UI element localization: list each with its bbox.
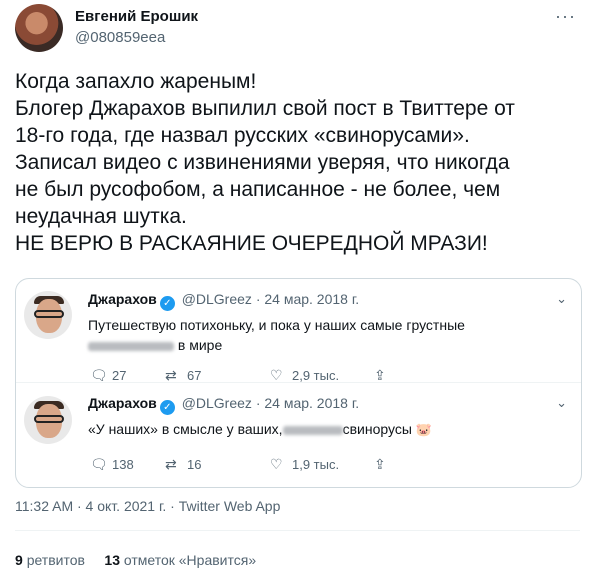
quoted-name[interactable]: Джарахов — [88, 291, 157, 307]
tweet-line: НЕ ВЕРЮ В РАСКАЯНИЕ ОЧЕРЕДНОЙ МРАЗИ! — [15, 232, 488, 255]
quoted-date[interactable]: · 24 мар. 2018 г. — [256, 291, 359, 307]
tweet-stats: 9 ретвитов 13 отметок «Нравится» — [15, 552, 256, 568]
reply-button[interactable]: 🗨 138 — [90, 456, 134, 473]
quoted-avatar[interactable] — [24, 396, 72, 444]
quoted-header: Джарахов ✓ @DLGreez · 24 мар. 2018 г. — [88, 291, 359, 311]
quoted-text: «У наших» в смысле у ваших, свинорусы 🐷 — [88, 419, 432, 440]
quoted-name[interactable]: Джарахов — [88, 395, 157, 411]
pig-icon: 🐷 — [415, 422, 432, 437]
tweet-line: Блогер Джарахов выпилил свой пост в Твит… — [15, 97, 515, 120]
quoted-tweet[interactable]: Джарахов ✓ @DLGreez · 24 мар. 2018 г. ⌄ П… — [16, 279, 581, 383]
quoted-text-part: «У наших» в смысле у ваших, — [88, 421, 283, 437]
retweet-count: 67 — [187, 368, 202, 383]
retweet-button[interactable]: ⇄ 16 — [165, 456, 201, 473]
author-handle[interactable]: @080859eea — [75, 29, 165, 46]
reply-count: 27 — [112, 368, 127, 383]
tweet-timestamp[interactable]: 11:32 AM · 4 окт. 2021 г. · Twitter Web … — [15, 498, 280, 514]
likes-label: отметок «Нравится» — [123, 552, 257, 568]
author-name[interactable]: Евгений Ерошик — [75, 8, 198, 25]
tweet-text: Когда запахло жареным! Блогер Джарахов в… — [15, 68, 580, 257]
quoted-handle[interactable]: @DLGreez — [182, 395, 252, 411]
retweet-count: 16 — [187, 457, 202, 472]
quoted-text: Путешествую потихоньку, и пока у наших с… — [88, 315, 465, 355]
retweets-stat[interactable]: 9 ретвитов — [15, 552, 85, 568]
chevron-down-icon[interactable]: ⌄ — [556, 291, 567, 307]
verified-icon: ✓ — [159, 296, 175, 311]
share-button[interactable]: ⇪ — [374, 456, 396, 473]
author-avatar[interactable] — [15, 4, 63, 52]
retweets-count: 9 — [15, 552, 23, 568]
tweet-line: 18-го года, где назвал русских «свинорус… — [15, 124, 470, 147]
verified-icon: ✓ — [159, 400, 175, 415]
reply-count: 138 — [112, 457, 134, 472]
quoted-text-part: свинорусы — [342, 421, 412, 437]
likes-stat[interactable]: 13 отметок «Нравится» — [104, 552, 256, 568]
chevron-down-icon[interactable]: ⌄ — [556, 395, 567, 411]
like-count: 2,9 тыс. — [292, 368, 340, 383]
tweet-line: не был русофобом, а написанное - не боле… — [15, 178, 501, 201]
censored-blur — [88, 341, 174, 351]
share-icon: ⇪ — [374, 456, 386, 472]
tweet-author: Евгений Ерошик @080859eea ··· — [15, 4, 580, 56]
quoted-text-line: Путешествую потихоньку, и пока у наших с… — [88, 317, 465, 333]
heart-icon: ♡ — [270, 456, 283, 472]
reply-icon: 🗨 — [90, 456, 108, 472]
tweet-line: неудачная шутка. — [15, 205, 187, 228]
quoted-header: Джарахов ✓ @DLGreez · 24 мар. 2018 г. — [88, 395, 359, 415]
quoted-tweet[interactable]: Джарахов ✓ @DLGreez · 24 мар. 2018 г. ⌄ «… — [16, 383, 581, 487]
divider — [15, 530, 580, 531]
quoted-text-line2: в мире — [88, 335, 465, 355]
retweets-label: ретвитов — [26, 552, 85, 568]
like-count: 1,9 тыс. — [292, 457, 340, 472]
censored-blur — [282, 425, 343, 435]
like-button[interactable]: ♡ 1,9 тыс. — [270, 456, 339, 473]
quoted-avatar[interactable] — [24, 291, 72, 339]
quoted-date[interactable]: · 24 мар. 2018 г. — [256, 395, 359, 411]
retweet-icon: ⇄ — [165, 456, 177, 472]
quoted-text-tail: в мире — [177, 337, 223, 353]
quoted-thread[interactable]: Джарахов ✓ @DLGreez · 24 мар. 2018 г. ⌄ П… — [15, 278, 582, 488]
more-dots-icon[interactable]: ··· — [555, 6, 576, 27]
likes-count: 13 — [104, 552, 120, 568]
tweet-line: Когда запахло жареным! — [15, 70, 257, 93]
quoted-handle[interactable]: @DLGreez — [182, 291, 252, 307]
tweet-line: Записал видео с извинениями уверяя, что … — [15, 151, 510, 174]
